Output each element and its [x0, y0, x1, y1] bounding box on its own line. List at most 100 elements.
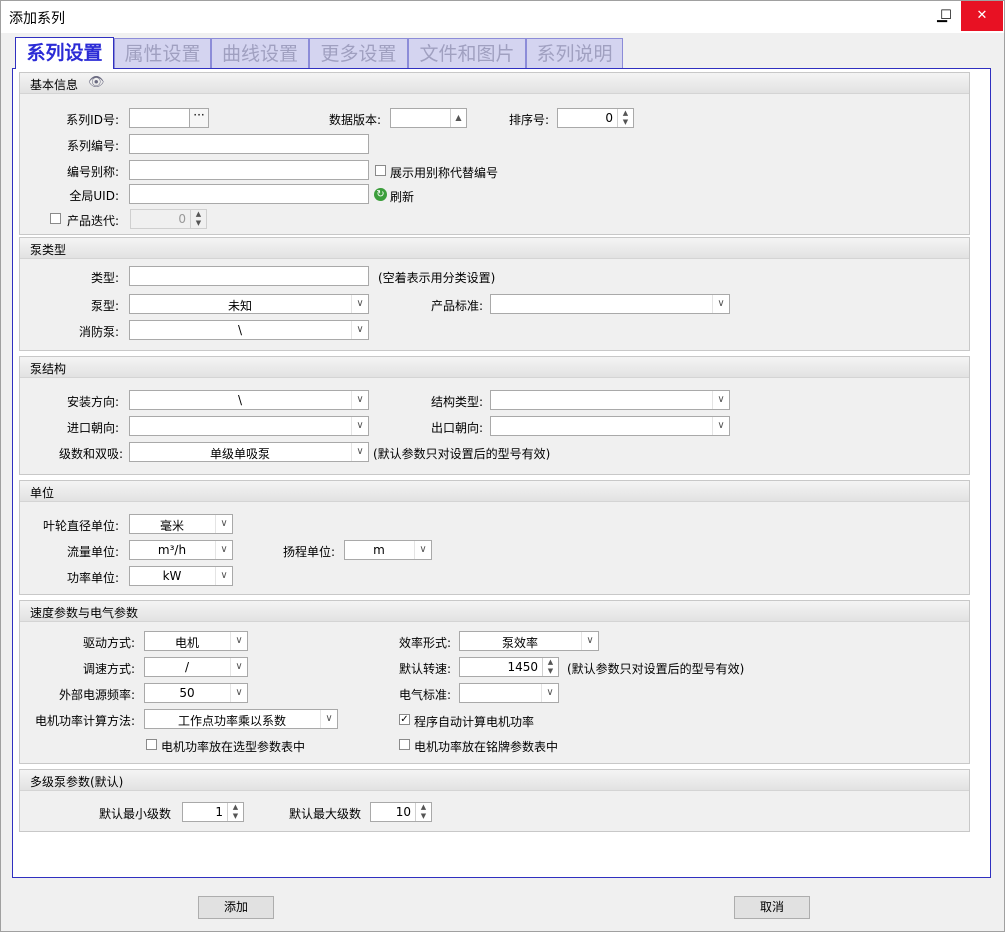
- tab-curve-settings[interactable]: 曲线设置: [211, 38, 309, 68]
- spinner-icon[interactable]: ▲ ▼: [415, 803, 431, 821]
- elec-std-label: 电气标准:: [398, 688, 451, 702]
- motor-calc-label: 电机功率计算方法:: [34, 714, 135, 728]
- alias-checkbox[interactable]: [375, 165, 386, 176]
- impeller-unit-select[interactable]: 毫米 ∨: [129, 514, 233, 534]
- install-select-value: \: [237, 393, 243, 407]
- refresh-link[interactable]: 刷新: [390, 188, 414, 205]
- elec-std-select[interactable]: ∨: [459, 683, 559, 703]
- close-button[interactable]: ✕: [961, 1, 1003, 31]
- chevron-down-icon[interactable]: ∨: [351, 295, 368, 313]
- efficiency-select[interactable]: 泵效率 ∨: [459, 631, 599, 651]
- head-unit-select[interactable]: m ∨: [344, 540, 432, 560]
- series-id-input[interactable]: [129, 108, 190, 128]
- chevron-down-icon[interactable]: ∨: [712, 295, 729, 313]
- power-unit-select[interactable]: kW ∨: [129, 566, 233, 586]
- iteration-checkbox[interactable]: [50, 213, 61, 224]
- cancel-button[interactable]: 取消: [734, 896, 810, 919]
- uid-label: 全局UID:: [69, 189, 119, 203]
- in-nameplate-label: 电机功率放在铭牌参数表中: [414, 740, 559, 754]
- stage-select-value: 单级单吸泵: [209, 447, 270, 461]
- chevron-down-icon[interactable]: ∨: [320, 710, 337, 728]
- alias-label: 编号别称:: [66, 165, 119, 179]
- pump-select[interactable]: 未知 ∨: [129, 294, 369, 314]
- drive-select[interactable]: 电机 ∨: [144, 631, 248, 651]
- chevron-down-icon[interactable]: ∨: [351, 321, 368, 339]
- power-unit-label: 功率单位:: [66, 571, 119, 585]
- chevron-down-icon[interactable]: ∨: [581, 632, 598, 650]
- drive-select-value: 电机: [174, 636, 199, 650]
- spinner-icon[interactable]: ▲ ▼: [617, 109, 633, 127]
- speed-reg-select[interactable]: / ∨: [144, 657, 248, 677]
- freq-label: 外部电源频率:: [58, 688, 135, 702]
- standard-label: 产品标准:: [430, 299, 483, 313]
- spinner-icon[interactable]: ▲ ▼: [190, 210, 206, 228]
- alias-input[interactable]: [129, 160, 369, 180]
- auto-calc-checkbox[interactable]: ✓: [399, 714, 410, 725]
- flow-unit-select[interactable]: m³/h ∨: [129, 540, 233, 560]
- tab-files-images[interactable]: 文件和图片: [408, 38, 526, 68]
- max-stage-label: 默认最大级数: [288, 807, 361, 821]
- default-speed-label: 默认转速:: [398, 662, 451, 676]
- title-bar: 添加系列 ▁ ☐ ✕: [1, 1, 1004, 33]
- motor-calc-select[interactable]: 工作点功率乘以系数 ∨: [144, 709, 338, 729]
- chevron-down-icon[interactable]: ∨: [230, 684, 247, 702]
- chevron-down-icon[interactable]: ∨: [541, 684, 558, 702]
- group-multistage-title: 多级泵参数(默认): [30, 775, 124, 789]
- series-id-browse-button[interactable]: ···: [189, 108, 209, 128]
- fire-pump-select[interactable]: \ ∨: [129, 320, 369, 340]
- freq-select[interactable]: 50 ∨: [144, 683, 248, 703]
- default-speed-spinner[interactable]: 1450 ▲ ▼: [459, 657, 559, 677]
- maximize-button[interactable]: ☐: [926, 1, 966, 31]
- group-multistage: 多级泵参数(默认): [19, 769, 970, 832]
- install-select[interactable]: \ ∨: [129, 390, 369, 410]
- series-id-label: 系列ID号:: [66, 113, 119, 127]
- install-label: 安装方向:: [66, 395, 119, 409]
- chevron-down-icon[interactable]: ∨: [215, 541, 232, 559]
- chevron-down-icon[interactable]: ∨: [351, 443, 368, 461]
- struct-type-select[interactable]: ∨: [490, 390, 730, 410]
- chevron-down-icon[interactable]: ∨: [351, 417, 368, 435]
- chevron-up-icon[interactable]: ▲: [450, 109, 466, 127]
- series-code-input[interactable]: [129, 134, 369, 154]
- uid-input[interactable]: [129, 184, 369, 204]
- standard-select[interactable]: ∨: [490, 294, 730, 314]
- flow-unit-label: 流量单位:: [66, 545, 119, 559]
- sort-label: 排序号:: [508, 113, 549, 127]
- stage-hint: (默认参数只对设置后的型号有效): [373, 447, 551, 461]
- chevron-down-icon[interactable]: ∨: [712, 417, 729, 435]
- refresh-icon[interactable]: ↻: [374, 188, 387, 201]
- type-input[interactable]: [129, 266, 369, 286]
- chevron-down-icon[interactable]: ∨: [230, 658, 247, 676]
- freq-select-value: 50: [179, 686, 195, 700]
- min-stage-spinner[interactable]: 1 ▲ ▼: [182, 802, 244, 822]
- chevron-down-icon[interactable]: ∨: [712, 391, 729, 409]
- iteration-spinner[interactable]: 0 ▲ ▼: [130, 209, 207, 229]
- chevron-down-icon[interactable]: ∨: [230, 632, 247, 650]
- tab-more-settings[interactable]: 更多设置: [309, 38, 408, 68]
- in-nameplate-checkbox[interactable]: [399, 739, 410, 750]
- tab-property-settings[interactable]: 属性设置: [114, 38, 211, 68]
- group-speed-title: 速度参数与电气参数: [30, 606, 139, 620]
- type-label: 类型:: [90, 271, 119, 285]
- tab-series-settings[interactable]: 系列设置: [15, 37, 114, 69]
- stage-select[interactable]: 单级单吸泵 ∨: [129, 442, 369, 462]
- tab-series-description[interactable]: 系列说明: [526, 38, 623, 68]
- impeller-unit-value: 毫米: [159, 519, 184, 533]
- chevron-down-icon[interactable]: ∨: [414, 541, 431, 559]
- spinner-icon[interactable]: ▲ ▼: [227, 803, 243, 821]
- chevron-down-icon[interactable]: ∨: [351, 391, 368, 409]
- in-select-table-label: 电机功率放在选型参数表中: [161, 740, 306, 754]
- efficiency-label: 效率形式:: [398, 636, 451, 650]
- sort-spinner[interactable]: 0 ▲ ▼: [557, 108, 634, 128]
- chevron-down-icon[interactable]: ∨: [215, 515, 232, 533]
- chevron-down-icon[interactable]: ∨: [215, 567, 232, 585]
- outlet-select[interactable]: ∨: [490, 416, 730, 436]
- eye-icon[interactable]: 👁: [88, 75, 105, 90]
- data-version-spinner[interactable]: ▲: [390, 108, 467, 128]
- spinner-icon[interactable]: ▲ ▼: [542, 658, 558, 676]
- in-select-table-checkbox[interactable]: [146, 739, 157, 750]
- add-button[interactable]: 添加: [198, 896, 274, 919]
- group-structure-title: 泵结构: [30, 362, 67, 376]
- max-stage-spinner[interactable]: 10 ▲ ▼: [370, 802, 432, 822]
- inlet-select[interactable]: ∨: [129, 416, 369, 436]
